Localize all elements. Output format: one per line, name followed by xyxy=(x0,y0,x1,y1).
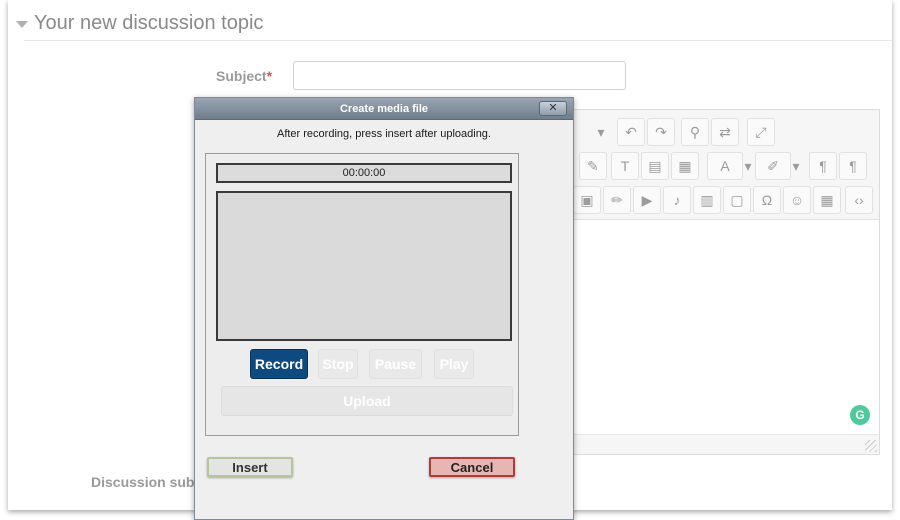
find-icon[interactable]: ⚲ xyxy=(681,118,709,146)
discussion-subscription-label: Discussion subs xyxy=(91,474,203,490)
dropdown-icon[interactable]: ▾ xyxy=(587,118,615,146)
section-divider xyxy=(24,40,892,41)
subject-label: Subject* xyxy=(216,68,272,84)
table-icon[interactable]: ▦ xyxy=(813,186,841,214)
caret-down-icon[interactable] xyxy=(16,20,28,28)
audio-icon[interactable]: ♪ xyxy=(663,186,691,214)
dialog-instructions: After recording, press insert after uplo… xyxy=(276,128,491,140)
section-title: Your new discussion topic xyxy=(34,11,264,34)
omega-icon[interactable]: Ω xyxy=(753,186,781,214)
media-icon[interactable]: ▥ xyxy=(693,186,721,214)
fullscreen-icon[interactable]: ⤢ xyxy=(747,118,775,146)
insert-button[interactable]: Insert xyxy=(207,457,293,477)
video-icon[interactable]: ▶ xyxy=(633,186,661,214)
highlight-icon[interactable]: ✐ xyxy=(755,152,791,180)
upload-button[interactable]: Upload xyxy=(221,386,513,416)
replace-icon[interactable]: ⇄ xyxy=(711,118,739,146)
pause-button[interactable]: Pause xyxy=(369,349,422,379)
message-editor[interactable]: ▾ ↶ ↷ ⚲ ⇄ ⤢ ✎ T ▤ ▦ A ▾ ✐ ▾ ¶ ¶ ▣ ✏ ▶ ♪ … xyxy=(560,109,880,455)
play-button[interactable]: Play xyxy=(434,349,474,379)
font-color-icon[interactable]: A xyxy=(707,152,743,180)
remove-format-icon[interactable]: T xyxy=(611,152,639,180)
required-marker: * xyxy=(266,68,273,84)
stop-button[interactable]: Stop xyxy=(318,349,358,379)
draw-icon[interactable]: ✏ xyxy=(603,186,631,214)
ltr-icon[interactable]: ¶ xyxy=(809,152,837,180)
editor-statusbar xyxy=(561,434,879,454)
paste-word-icon[interactable]: ▦ xyxy=(671,152,699,180)
paste-text-icon[interactable]: ▤ xyxy=(641,152,669,180)
timer-display: 00:00:00 xyxy=(216,163,512,183)
recorder-panel: 00:00:00 Record Stop Pause Play Upload xyxy=(205,153,519,436)
editor-toolbar: ▾ ↶ ↷ ⚲ ⇄ ⤢ ✎ T ▤ ▦ A ▾ ✐ ▾ ¶ ¶ ▣ ✏ ▶ ♪ … xyxy=(561,110,879,220)
undo-icon[interactable]: ↶ xyxy=(617,118,645,146)
html-icon[interactable]: ‹› xyxy=(845,186,873,214)
clipboard-icon[interactable]: ▢ xyxy=(723,186,751,214)
rtl-icon[interactable]: ¶ xyxy=(839,152,867,180)
resize-grip-icon[interactable] xyxy=(865,440,877,452)
image-icon[interactable]: ▣ xyxy=(573,186,601,214)
grammarly-icon[interactable]: G xyxy=(850,405,870,425)
section-header[interactable]: Your new discussion topic xyxy=(16,9,263,37)
create-media-dialog: Create media file ✕ After recording, pre… xyxy=(194,97,574,520)
dialog-title: Create media file xyxy=(339,102,429,115)
dialog-titlebar[interactable]: Create media file ✕ xyxy=(195,98,573,120)
cancel-button[interactable]: Cancel xyxy=(429,457,515,477)
close-icon[interactable]: ✕ xyxy=(539,101,567,116)
redo-icon[interactable]: ↷ xyxy=(647,118,675,146)
clear-format-icon[interactable]: ✎ xyxy=(579,152,607,180)
video-preview xyxy=(216,191,512,341)
record-button[interactable]: Record xyxy=(250,349,308,379)
subject-label-text: Subject xyxy=(216,68,267,84)
subject-input[interactable] xyxy=(293,61,626,90)
emoticon-icon[interactable]: ☺ xyxy=(783,186,811,214)
highlight-dropdown-icon[interactable]: ▾ xyxy=(789,152,803,180)
font-color-dropdown-icon[interactable]: ▾ xyxy=(741,152,755,180)
